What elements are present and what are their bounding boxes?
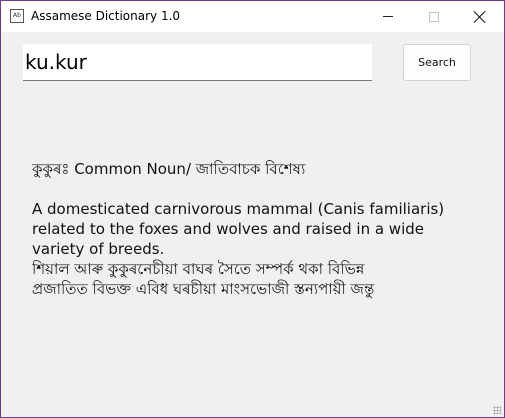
assamese-definition-line: শিয়াল আৰু কুকুৰনেচীয়া বাঘৰ সৈতে সম্পৰ্… — [32, 260, 365, 278]
english-definition-line: variety of breeds. — [32, 240, 165, 258]
english-definition-line: related to the foxes and wolves and rais… — [32, 220, 424, 238]
app-window: Ab Assamese Dictionary 1.0 Search কুকুৰঃ… — [0, 0, 505, 418]
minimize-icon — [383, 16, 393, 17]
search-button[interactable]: Search — [403, 44, 471, 81]
close-button[interactable] — [457, 1, 503, 32]
headword-line: কুকুৰঃ Common Noun/ জাতিবাচক বিশেষ্য — [32, 160, 306, 178]
dictionary-app-icon: Ab — [10, 9, 24, 23]
minimize-button[interactable] — [365, 1, 411, 32]
search-input[interactable] — [23, 44, 372, 81]
assamese-definition-line: প্ৰজাতিত বিভক্ত এবিধ ঘৰচীয়া মাংসভোজী স্… — [32, 280, 375, 298]
maximize-icon — [429, 11, 439, 22]
title-bar[interactable]: Ab Assamese Dictionary 1.0 — [1, 1, 504, 32]
english-definition-line: A domesticated carnivorous mammal (Canis… — [32, 200, 445, 218]
maximize-button[interactable] — [411, 1, 457, 32]
definition-panel: কুকুৰঃ Common Noun/ জাতিবাচক বিশেষ্য A d… — [32, 159, 472, 299]
close-icon — [474, 11, 486, 23]
resize-grip[interactable] — [493, 406, 501, 414]
window-title: Assamese Dictionary 1.0 — [31, 9, 181, 23]
